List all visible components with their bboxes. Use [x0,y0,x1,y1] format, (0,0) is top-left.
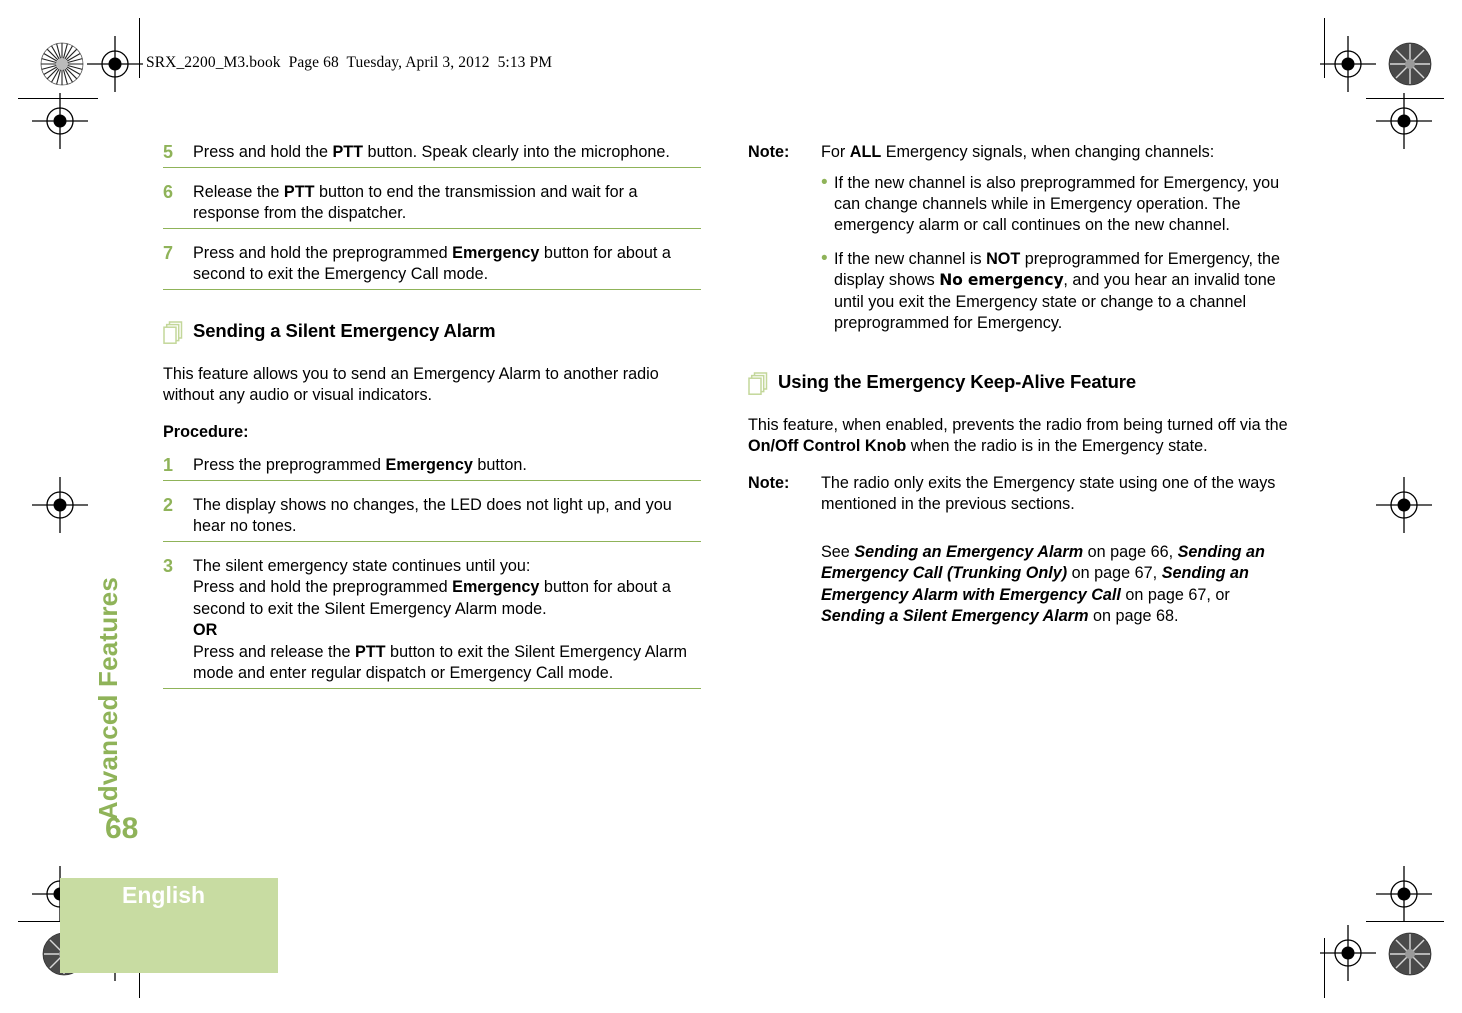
registration-mark-middle-left [32,477,88,533]
note-bullet-list: • If the new channel is also preprogramm… [821,171,1288,334]
list-item-text: If the new channel is also preprogrammed… [834,173,1280,234]
list-item: • If the new channel is NOT preprogramme… [821,249,1288,334]
procedure-label: Procedure: [163,422,249,441]
step-item: 6 Release the PTT button to end the tran… [163,182,701,229]
note-lead-text: The radio only exits the Emergency state… [821,473,1276,514]
step-number: 1 [163,455,174,475]
note-text: For ALL Emergency signals, when changing… [821,142,1288,347]
registration-mark-inner-top-left [32,93,88,149]
trim-line-top-left-horizontal [18,98,98,100]
note-block-all-emergency: Note: For ALL Emergency signals, when ch… [748,142,1288,347]
bullet-dot-icon: • [821,171,828,193]
left-text-column: 5 Press and hold the PTT button. Speak c… [163,142,701,703]
trim-line-bottom-right-horizontal [1366,921,1444,923]
section-intro-paragraph: This feature allows you to send an Emerg… [163,364,659,405]
note-text: The radio only exits the Emergency state… [821,473,1288,628]
trim-line-top-right-vertical [1324,18,1326,78]
step-number: 2 [163,494,174,515]
trim-line-bottom-right-vertical [1324,938,1326,998]
trim-line-top-left-vertical [139,18,141,78]
step-item: 1 Press the preprogrammed Emergency butt… [163,455,701,481]
book-file-header: SRX_2200_M3.book Page 68 Tuesday, April … [146,54,553,71]
trim-line-top-right-horizontal [1366,98,1444,100]
step-number: 6 [163,181,174,202]
step-item: 5 Press and hold the PTT button. Speak c… [163,142,701,168]
note-lead-text: For ALL Emergency signals, when changing… [821,143,1215,161]
continued-steps-list: 5 Press and hold the PTT button. Speak c… [163,142,701,290]
section-intro-paragraph: This feature, when enabled, prevents the… [748,415,1288,456]
chapter-title: Advanced Features [92,576,123,820]
starburst-mark-top-left [40,42,84,86]
starburst-mark-top-right [1388,42,1432,86]
registration-mark-top-left [87,36,143,92]
list-item-text: If the new channel is NOT preprogrammed … [834,250,1280,332]
starburst-mark-bottom-right [1388,932,1432,976]
registration-mark-top-right [1320,36,1376,92]
note-label: Note: [748,473,790,492]
registration-mark-bottom-right [1320,925,1376,981]
section-heading-keep-alive: Using the Emergency Keep-Alive Feature [748,371,1288,401]
section-title: Sending a Silent Emergency Alarm [193,319,496,341]
step-item: 3 The silent emergency state continues u… [163,556,701,689]
note-label: Note: [748,143,790,161]
registration-mark-middle-right [1376,477,1432,533]
procedure-steps-list: 1 Press the preprogrammed Emergency butt… [163,455,701,689]
step-number: 7 [163,242,174,263]
registration-mark-inner-top-right [1376,93,1432,149]
bullet-dot-icon: • [821,248,828,270]
section-title: Using the Emergency Keep-Alive Feature [778,370,1137,392]
cross-reference-text: See Sending an Emergency Alarm on page 6… [821,542,1265,626]
step-number: 3 [163,555,174,576]
step-item: 2 The display shows no changes, the LED … [163,495,701,542]
note-block-exit-emergency: Note: The radio only exits the Emergency… [748,473,1288,628]
page-number: 68 [105,812,139,845]
list-item: • If the new channel is also preprogramm… [821,171,1288,237]
step-text: Press and hold the PTT button. Speak cle… [193,143,670,161]
section-heading-silent-alarm: Sending a Silent Emergency Alarm [163,320,701,350]
step-item: 7 Press and hold the preprogrammed Emerg… [163,243,701,290]
step-text: Release the PTT button to end the transm… [193,182,638,223]
registration-mark-inner-bottom-right [1376,866,1432,922]
right-text-column: Note: For ALL Emergency signals, when ch… [748,142,1288,641]
step-text: Press the preprogrammed Emergency button… [193,456,527,474]
step-number: 5 [163,142,174,162]
step-text: The display shows no changes, the LED do… [193,495,672,536]
stacked-pages-icon [163,320,193,350]
stacked-pages-icon [748,371,778,401]
step-text: The silent emergency state continues unt… [193,556,687,683]
step-text: Press and hold the preprogrammed Emergen… [193,243,671,284]
language-label: English [122,882,206,908]
chapter-side-tab: Advanced Features [86,430,130,820]
